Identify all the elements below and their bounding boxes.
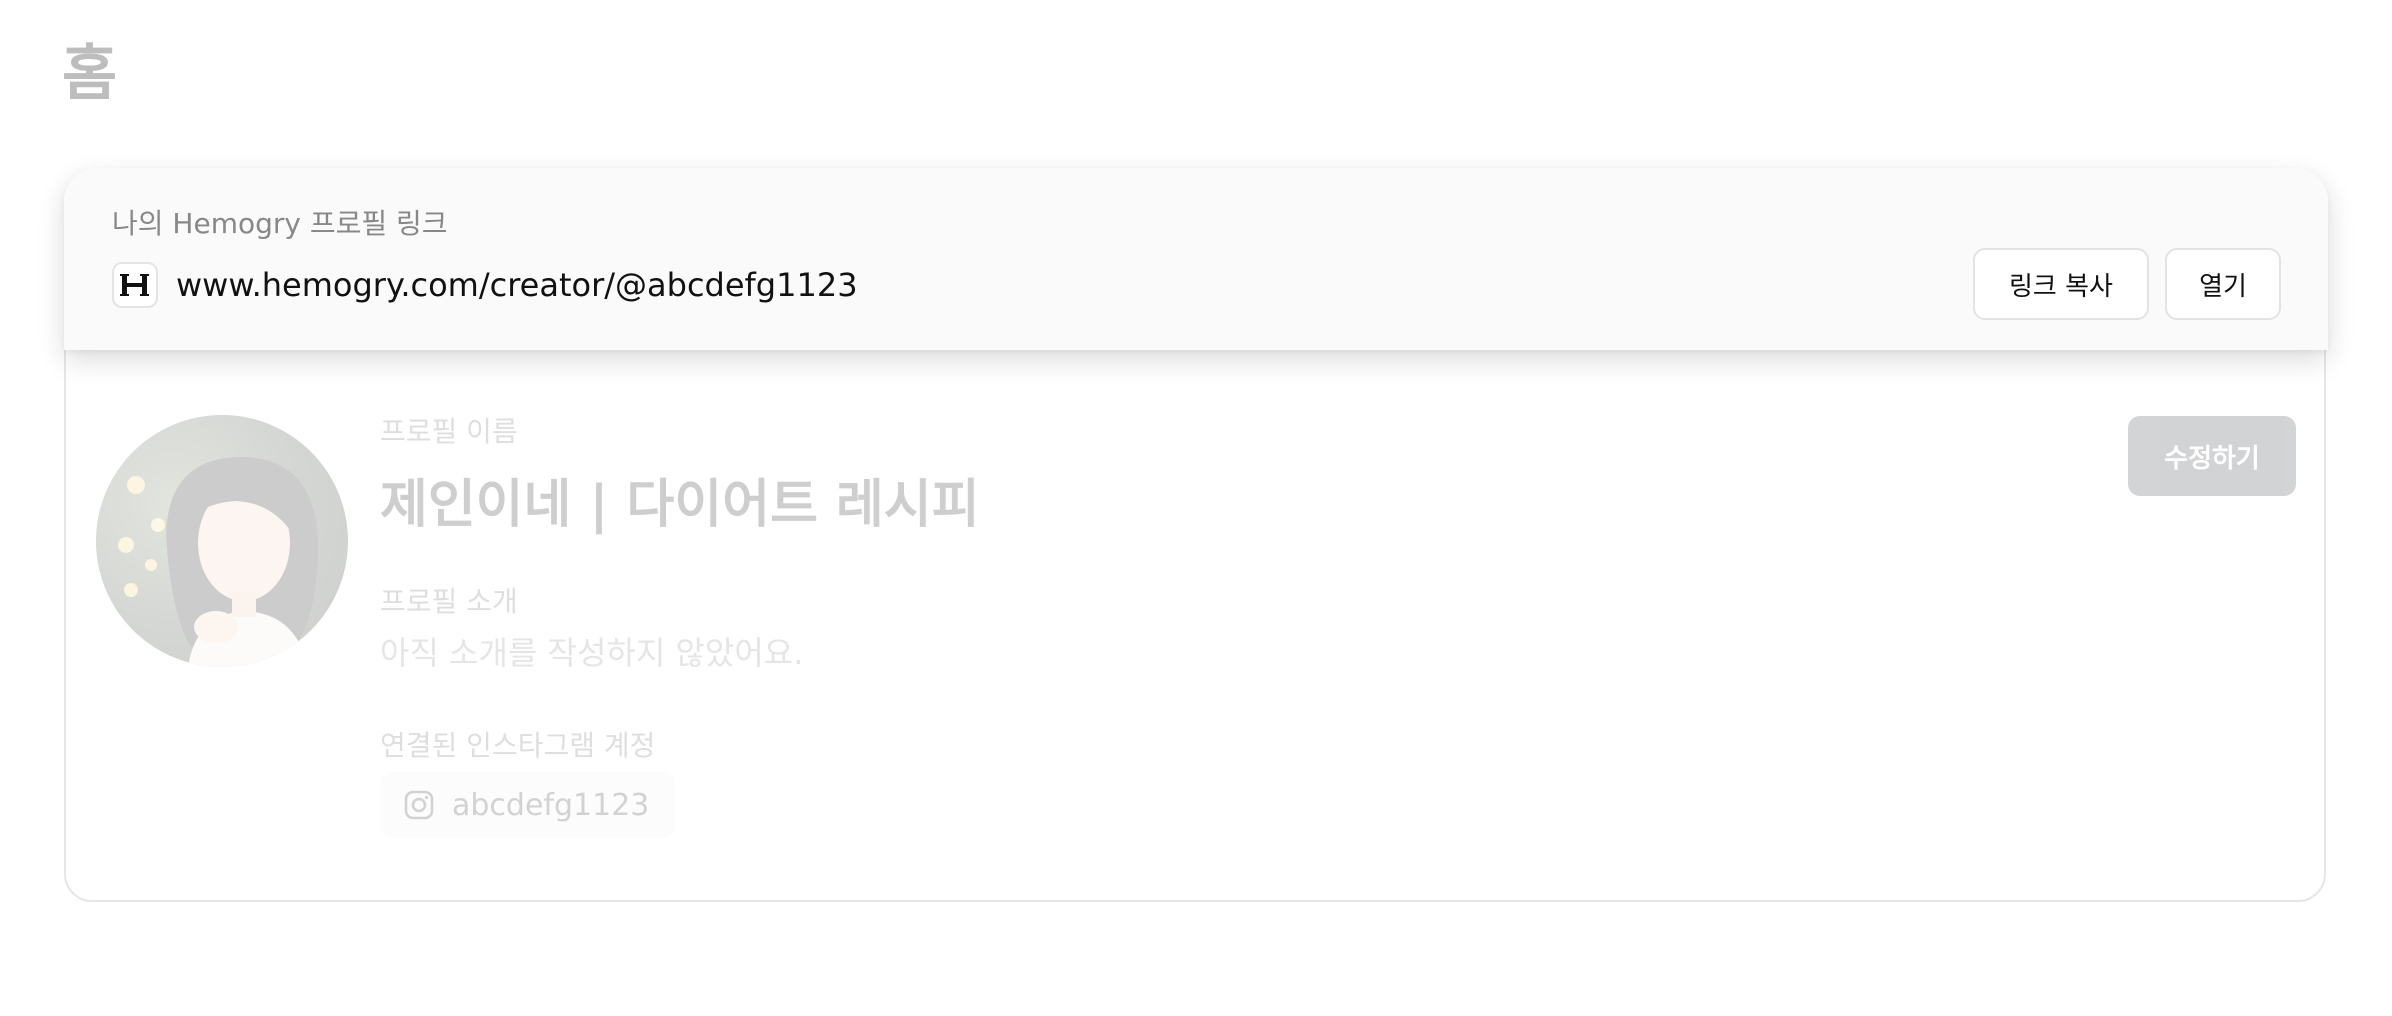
profile-bio: 아직 소개를 작성하지 않았어요. xyxy=(380,634,804,672)
profile-link-card: 나의 Hemogry 프로필 링크 www.hemogry.com/creato… xyxy=(64,168,2328,350)
instagram-handle: abcdefg1123 xyxy=(452,787,650,823)
hemogry-logo-glyph xyxy=(120,274,149,296)
instagram-icon xyxy=(404,790,434,820)
profile-name-label: 프로필 이름 xyxy=(380,415,518,448)
edit-profile-button[interactable]: 수정하기 xyxy=(2128,416,2296,496)
copy-link-button[interactable]: 링크 복사 xyxy=(1973,248,2149,320)
profile-link-url: www.hemogry.com/creator/@abcdefg1123 xyxy=(176,266,858,304)
page-title: 홈 xyxy=(62,39,118,109)
avatar-photo xyxy=(96,415,348,667)
instagram-account-chip[interactable]: abcdefg1123 xyxy=(380,772,676,838)
profile-link-label: 나의 Hemogry 프로필 링크 xyxy=(112,207,448,240)
profile-name: 제인이네 | 다이어트 레시피 xyxy=(380,475,980,535)
avatar xyxy=(96,415,348,667)
hemogry-logo-icon xyxy=(112,262,158,308)
instagram-label: 연결된 인스타그램 계정 xyxy=(380,729,656,762)
open-link-button[interactable]: 열기 xyxy=(2165,248,2281,320)
profile-bio-label: 프로필 소개 xyxy=(380,585,518,618)
